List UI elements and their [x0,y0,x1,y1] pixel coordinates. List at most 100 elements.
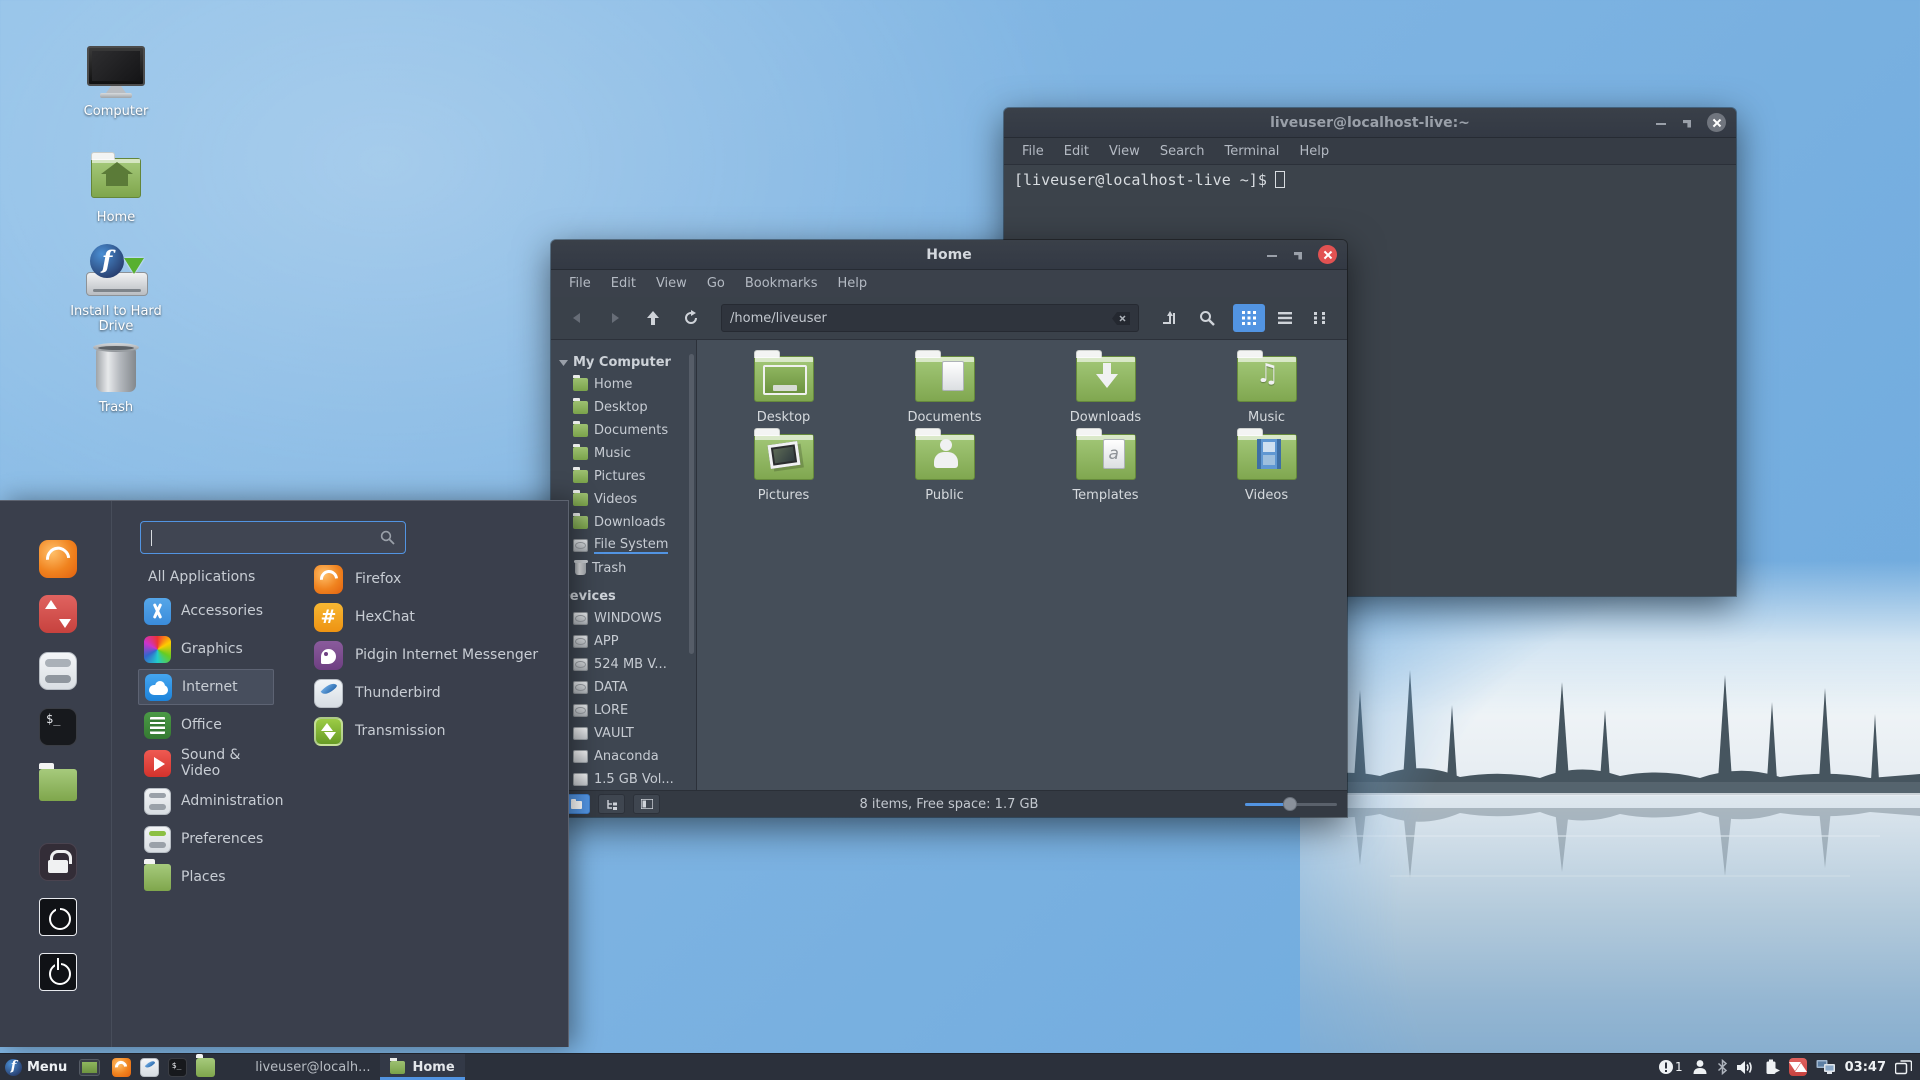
terminal-menu-search[interactable]: Search [1152,141,1213,162]
software-update-favorite-icon[interactable] [39,595,77,633]
window-list-icon[interactable] [1895,1059,1912,1075]
fm-menu-edit[interactable]: Edit [603,273,644,294]
app-item-pidgin[interactable]: Pidgin Internet Messenger [308,638,563,672]
category-all-applications[interactable]: All Applications [138,559,274,595]
notifications-icon[interactable]: 1 [1658,1059,1683,1075]
search-button[interactable] [1191,304,1223,332]
update-notifier-icon[interactable] [1788,1058,1807,1076]
sidebar-item-data[interactable]: DATA [551,676,696,699]
terminal-menu-view[interactable]: View [1101,141,1148,162]
sidebar-item-downloads[interactable]: Downloads [551,511,696,534]
fm-menu-help[interactable]: Help [829,273,875,294]
folder-item-videos[interactable]: Videos [1186,428,1347,508]
show-desktop-button[interactable] [77,1056,101,1078]
menu-button[interactable]: f Menu [0,1054,75,1080]
minimize-button[interactable] [1266,249,1278,261]
refresh-button[interactable] [675,304,707,332]
battery-icon[interactable] [1763,1059,1780,1075]
clock[interactable]: 03:47 [1845,1060,1886,1075]
desktop-icon-home[interactable]: Home [58,150,174,225]
category-internet[interactable]: Internet [138,669,274,705]
network-icon[interactable] [1816,1059,1836,1075]
files-favorite-icon[interactable] [39,763,77,801]
sidebar-item-anaconda[interactable]: Anaconda [551,745,696,768]
sidebar-item-lore[interactable]: LORE [551,699,696,722]
app-item-thunderbird[interactable]: Thunderbird [308,676,563,710]
category-places[interactable]: Places [138,858,274,895]
shutdown-icon[interactable] [39,953,77,991]
sidebar-item-app[interactable]: APP [551,630,696,653]
folder-item-documents[interactable]: Documents [864,350,1025,430]
system-settings-favorite-icon[interactable] [39,652,77,690]
minimize-button[interactable] [1655,117,1667,129]
close-button[interactable] [1707,113,1726,132]
sidebar-item-15gb-volume[interactable]: 1.5 GB Vol... [551,768,696,790]
app-item-transmission[interactable]: Transmission [308,714,563,748]
terminal-menu-file[interactable]: File [1014,141,1052,162]
task-button-home[interactable]: Home [380,1054,465,1080]
sidebar-item-trash[interactable]: Trash [551,557,696,580]
sidebar-item-documents[interactable]: Documents [551,419,696,442]
files-launcher[interactable] [193,1053,217,1078]
app-item-hexchat[interactable]: HexChat [308,600,563,634]
maximize-button[interactable] [1681,117,1693,129]
terminal-titlebar[interactable]: liveuser@localhost-live:~ [1004,108,1736,138]
firefox-favorite-icon[interactable] [39,540,77,578]
terminal-menu-help[interactable]: Help [1291,141,1337,162]
terminal-menu-edit[interactable]: Edit [1056,141,1097,162]
firefox-launcher[interactable] [109,1056,133,1078]
fm-menu-go[interactable]: Go [699,273,733,294]
sidebar-section-my-computer[interactable]: My Computer [551,352,696,373]
maximize-button[interactable] [1292,249,1304,261]
fm-file-area[interactable]: Desktop Documents Downloads ♫ Music Pict… [697,340,1347,790]
file-manager-titlebar[interactable]: Home [551,240,1347,270]
user-accounts-icon[interactable] [1692,1059,1708,1075]
compact-view-button[interactable] [1305,304,1337,332]
sidebar-section-devices[interactable]: Devices [551,586,696,607]
desktop-icon-trash[interactable]: Trash [58,340,174,415]
sidebar-item-desktop[interactable]: Desktop [551,396,696,419]
bluetooth-icon[interactable] [1717,1059,1728,1075]
folder-item-templates[interactable]: Templates [1025,428,1186,508]
zoom-slider-knob[interactable] [1283,797,1297,811]
sidebar-item-home[interactable]: Home [551,373,696,396]
fm-menu-bookmarks[interactable]: Bookmarks [737,273,826,294]
category-accessories[interactable]: Accessories [138,593,274,629]
folder-item-desktop[interactable]: Desktop [703,350,864,430]
app-item-firefox[interactable]: Firefox [308,562,563,596]
volume-icon[interactable] [1736,1060,1754,1075]
forward-button[interactable] [599,304,631,332]
icon-view-button[interactable] [1233,304,1265,332]
category-preferences[interactable]: Preferences [138,821,274,857]
fm-menu-view[interactable]: View [648,273,695,294]
fm-menu-file[interactable]: File [561,273,599,294]
folder-item-pictures[interactable]: Pictures [703,428,864,508]
sidebar-item-524mb-volume[interactable]: 524 MB V... [551,653,696,676]
category-office[interactable]: Office [138,707,274,743]
folder-item-downloads[interactable]: Downloads [1025,350,1186,430]
sidebar-item-music[interactable]: Music [551,442,696,465]
terminal-favorite-icon[interactable] [39,708,77,746]
thunderbird-launcher[interactable] [137,1056,161,1078]
sidebar-item-file-system[interactable]: File System [551,534,696,557]
close-button[interactable] [1318,245,1337,264]
toggle-location-entry-button[interactable] [1153,304,1185,332]
logout-icon[interactable] [39,898,77,936]
lock-screen-icon[interactable] [39,843,77,881]
category-administration[interactable]: Administration [138,783,283,819]
menu-search-input[interactable] [140,521,406,554]
category-graphics[interactable]: Graphics [138,631,274,667]
sidebar-item-windows[interactable]: WINDOWS [551,607,696,630]
category-sound-video[interactable]: Sound & Video [138,745,274,781]
sidebar-item-vault[interactable]: VAULT [551,722,696,745]
sidebar-item-pictures[interactable]: Pictures [551,465,696,488]
zoom-slider[interactable] [1245,797,1337,811]
folder-item-public[interactable]: Public [864,428,1025,508]
desktop-icon-computer[interactable]: Computer [58,44,174,119]
list-view-button[interactable] [1269,304,1301,332]
clear-location-icon[interactable] [1112,311,1130,325]
back-button[interactable] [561,304,593,332]
sidebar-scrollbar[interactable] [689,354,694,654]
sidebar-item-videos[interactable]: Videos [551,488,696,511]
task-button-terminal[interactable]: liveuser@localh... [223,1054,380,1080]
